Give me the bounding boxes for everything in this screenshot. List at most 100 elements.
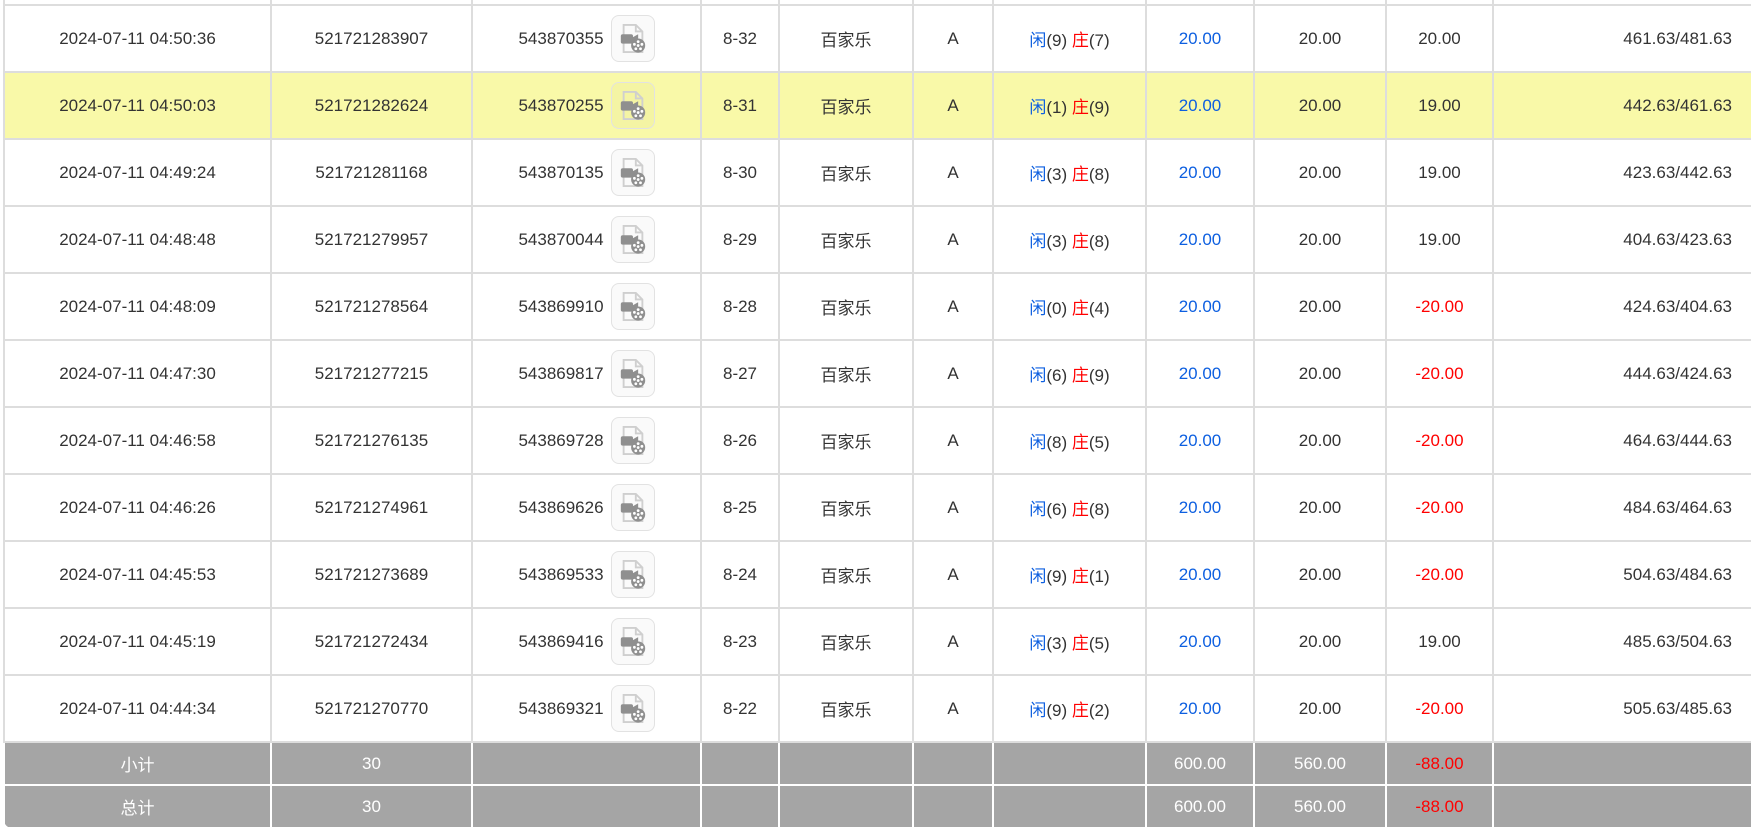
- bet-amount-cell: 20.00: [1146, 206, 1254, 273]
- result-cell: 闲(6) 庄(9): [993, 340, 1146, 407]
- video-replay-button[interactable]: [611, 149, 655, 196]
- bet-time-cell: 2024-07-11 04:44:34: [4, 675, 271, 742]
- video-replay-icon: [618, 625, 648, 658]
- table-row[interactable]: 2024-07-11 04:45:19521721272434543869416…: [4, 608, 1751, 675]
- game-type-cell: 百家乐: [779, 72, 913, 139]
- banker-label: 庄: [1072, 433, 1089, 452]
- video-replay-button[interactable]: [611, 283, 655, 330]
- table-row[interactable]: 2024-07-11 04:47:30521721277215543869817…: [4, 340, 1751, 407]
- table-row[interactable]: 2024-07-11 04:46:26521721274961543869626…: [4, 474, 1751, 541]
- game-id-cell: 543869321: [472, 675, 701, 742]
- player-label: 闲: [1029, 165, 1046, 184]
- video-replay-button[interactable]: [611, 82, 655, 129]
- summary-win-total-cell: -88.00: [1386, 742, 1493, 785]
- win-loss-cell: 19.00: [1386, 72, 1493, 139]
- bet-time-cell: 2024-07-11 04:49:24: [4, 139, 271, 206]
- table-row[interactable]: 2024-07-11 04:46:58521721276135543869728…: [4, 407, 1751, 474]
- video-replay-icon: [618, 558, 648, 591]
- game-id-cell: 543870135: [472, 139, 701, 206]
- records-table-body: 2024-07-11 04:50:36521721283907543870355…: [4, 0, 1751, 828]
- game-id-cell: 543869817: [472, 340, 701, 407]
- valid-bet-cell: 20.00: [1254, 541, 1386, 608]
- video-replay-button[interactable]: [611, 350, 655, 397]
- video-replay-icon: [618, 22, 648, 55]
- video-replay-button[interactable]: [611, 15, 655, 62]
- bet-time-cell: 2024-07-11 04:46:26: [4, 474, 271, 541]
- table-code-cell: A: [913, 541, 993, 608]
- balance-cell: 404.63/423.63: [1493, 206, 1751, 273]
- video-replay-button[interactable]: [611, 484, 655, 531]
- bet-time-cell: 2024-07-11 04:46:58: [4, 407, 271, 474]
- game-id: 543870255: [518, 96, 603, 116]
- bet-amount-cell: 20.00: [1146, 541, 1254, 608]
- game-id-cell: 543869626: [472, 474, 701, 541]
- game-id-cell: 543869910: [472, 273, 701, 340]
- video-replay-button[interactable]: [611, 685, 655, 732]
- round-cell: 8-22: [701, 675, 779, 742]
- table-row[interactable]: 2024-07-11 04:48:48521721279957543870044…: [4, 206, 1751, 273]
- order-id-cell: 521721283907: [271, 5, 472, 72]
- game-id: 543869728: [518, 431, 603, 451]
- table-row-highlighted[interactable]: 2024-07-11 04:50:03521721282624543870255…: [4, 72, 1751, 139]
- round-cell: 8-28: [701, 273, 779, 340]
- table-row[interactable]: 2024-07-11 04:50:36521721283907543870355…: [4, 5, 1751, 72]
- round-cell: 8-24: [701, 541, 779, 608]
- bet-time-cell: 2024-07-11 04:45:53: [4, 541, 271, 608]
- balance-cell: 423.63/442.63: [1493, 139, 1751, 206]
- round-cell: 8-26: [701, 407, 779, 474]
- banker-label: 庄: [1072, 98, 1089, 117]
- table-code-cell: A: [913, 340, 993, 407]
- bet-amount-cell: 20.00: [1146, 675, 1254, 742]
- balance-cell: 505.63/485.63: [1493, 675, 1751, 742]
- game-id: 543869817: [518, 364, 603, 384]
- table-row[interactable]: 2024-07-11 04:48:09521721278564543869910…: [4, 273, 1751, 340]
- banker-label: 庄: [1072, 500, 1089, 519]
- valid-bet-cell: 20.00: [1254, 72, 1386, 139]
- player-label: 闲: [1029, 433, 1046, 452]
- bet-time-cell: 2024-07-11 04:48:48: [4, 206, 271, 273]
- result-cell: 闲(8) 庄(5): [993, 407, 1146, 474]
- video-replay-button[interactable]: [611, 216, 655, 263]
- player-label: 闲: [1029, 500, 1046, 519]
- table-row[interactable]: 2024-07-11 04:45:53521721273689543869533…: [4, 541, 1751, 608]
- player-label: 闲: [1029, 366, 1046, 385]
- table-code-cell: A: [913, 407, 993, 474]
- table-row[interactable]: 2024-07-11 04:44:34521721270770543869321…: [4, 675, 1751, 742]
- table-code-cell: A: [913, 474, 993, 541]
- banker-score: (8): [1089, 232, 1110, 251]
- player-label: 闲: [1029, 232, 1046, 251]
- bet-amount-cell: 20.00: [1146, 407, 1254, 474]
- video-replay-button[interactable]: [611, 618, 655, 665]
- win-loss-cell: 19.00: [1386, 608, 1493, 675]
- game-id: 543869321: [518, 699, 603, 719]
- win-loss-cell: -20.00: [1386, 407, 1493, 474]
- subtotal-row: 小计30600.00560.00-88.00: [4, 742, 1751, 785]
- video-replay-icon: [618, 156, 648, 189]
- valid-bet-cell: 20.00: [1254, 608, 1386, 675]
- player-score: (3): [1046, 165, 1067, 184]
- player-score: (9): [1046, 31, 1067, 50]
- bet-amount-cell: 20.00: [1146, 340, 1254, 407]
- summary-win-total-cell: -88.00: [1386, 785, 1493, 828]
- game-id: 543869910: [518, 297, 603, 317]
- summary-label-cell: 小计: [4, 742, 271, 785]
- video-replay-button[interactable]: [611, 551, 655, 598]
- result-cell: 闲(0) 庄(4): [993, 273, 1146, 340]
- round-cell: 8-23: [701, 608, 779, 675]
- game-id-cell: 543870355: [472, 5, 701, 72]
- balance-cell: 485.63/504.63: [1493, 608, 1751, 675]
- bet-amount-cell: 20.00: [1146, 72, 1254, 139]
- game-type-cell: 百家乐: [779, 5, 913, 72]
- player-score: (9): [1046, 701, 1067, 720]
- valid-bet-cell: 20.00: [1254, 474, 1386, 541]
- win-loss-cell: 19.00: [1386, 206, 1493, 273]
- valid-bet-cell: 20.00: [1254, 139, 1386, 206]
- summary-valid-total-cell: 560.00: [1254, 785, 1386, 828]
- order-id-cell: 521721282624: [271, 72, 472, 139]
- game-id: 543869533: [518, 565, 603, 585]
- bet-records-table: 2024-07-11 04:50:36521721283907543870355…: [3, 0, 1751, 829]
- bet-amount-cell: 20.00: [1146, 474, 1254, 541]
- video-replay-button[interactable]: [611, 417, 655, 464]
- player-score: (0): [1046, 299, 1067, 318]
- table-row[interactable]: 2024-07-11 04:49:24521721281168543870135…: [4, 139, 1751, 206]
